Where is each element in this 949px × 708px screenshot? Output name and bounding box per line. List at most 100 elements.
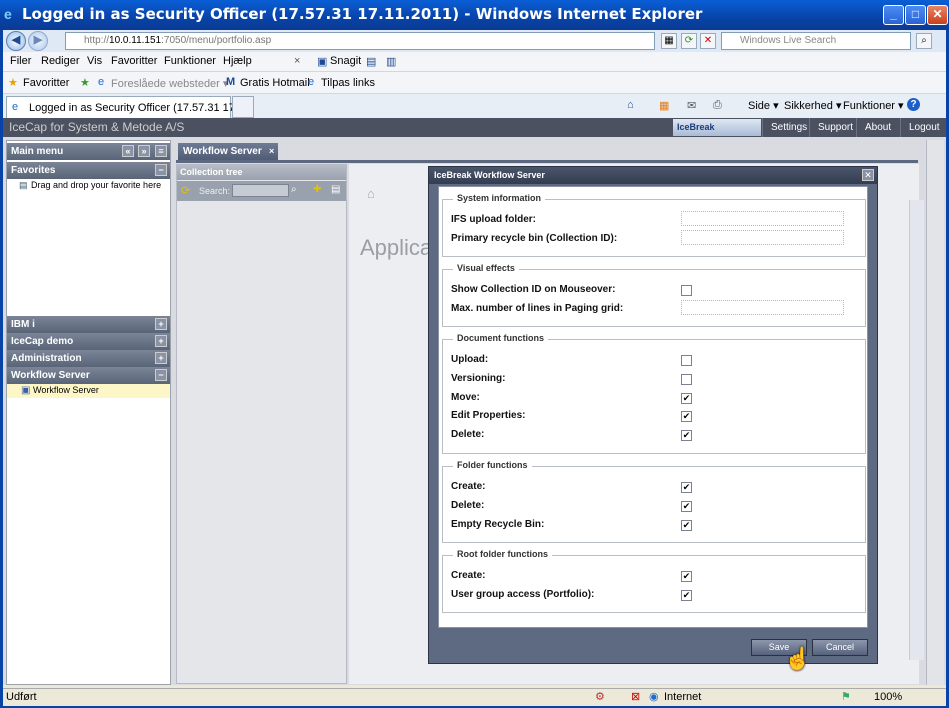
collapse-icon[interactable]: − <box>155 369 167 381</box>
collapse-all-icon[interactable]: « <box>122 145 134 157</box>
folder-create-label: Create: <box>451 481 486 492</box>
popup-icon[interactable]: ⚑ <box>841 690 851 703</box>
about-link[interactable]: About <box>856 118 899 137</box>
menu-favorites[interactable]: Favoritter <box>111 55 157 67</box>
section-icecap-demo-label: IceCap demo <box>11 336 74 347</box>
expand-icon[interactable]: + <box>155 352 167 364</box>
help-icon[interactable]: ? <box>907 98 920 111</box>
tree-search-icon[interactable]: ⌕ <box>291 184 297 195</box>
folder-delete-checkbox[interactable]: ✔ <box>681 501 692 512</box>
dialog-close-icon[interactable]: ✕ <box>862 169 874 181</box>
favorites-collapse-icon[interactable]: − <box>155 164 167 176</box>
forward-button[interactable]: ▶ <box>28 31 48 51</box>
tab-title: Logged in as Security Officer (17.57.31 … <box>29 102 254 114</box>
expand-icon[interactable]: + <box>155 318 167 330</box>
safety-menu[interactable]: Sikkerhed ▾ <box>784 99 842 112</box>
content-scrollbar[interactable] <box>909 200 924 660</box>
tree-search-input[interactable] <box>232 184 289 197</box>
folder-empty-recycle-checkbox[interactable]: ✔ <box>681 520 692 531</box>
doc-versioning-checkbox[interactable] <box>681 374 692 385</box>
main-menu-header[interactable]: Main menu « » ≡ <box>7 143 170 160</box>
panel-menu-icon[interactable]: ≡ <box>155 145 167 157</box>
section-icecap-demo[interactable]: IceCap demo + <box>7 333 170 350</box>
zoom-level[interactable]: 100% <box>874 691 902 703</box>
favorites-bar: ★ Favoritter ★ e Foreslåede websteder ▾ … <box>3 72 946 94</box>
favorites-header[interactable]: Favorites − <box>7 162 170 179</box>
expand-icon[interactable]: + <box>155 335 167 347</box>
toolbar-close-icon[interactable]: × <box>294 55 300 67</box>
favorites-hint: Drag and drop your favorite here <box>31 180 162 190</box>
snagit-window-icon[interactable]: ▤ <box>366 55 376 68</box>
refresh-icon[interactable]: ⟳ <box>681 33 697 49</box>
maximize-button[interactable]: □ <box>905 5 926 25</box>
security-icon[interactable]: ⚙ <box>595 690 605 703</box>
menu-tools[interactable]: Funktioner <box>164 55 216 67</box>
settings-link[interactable]: Settings <box>762 118 815 137</box>
legend-document-functions: Document functions <box>453 333 548 343</box>
doc-delete-checkbox[interactable]: ✔ <box>681 430 692 441</box>
search-icon[interactable]: ⌕ <box>916 33 932 49</box>
feeds-icon[interactable]: ▦ <box>659 99 669 112</box>
menu-edit[interactable]: Rediger <box>41 55 80 67</box>
page-menu[interactable]: Side ▾ <box>748 99 779 112</box>
logout-link[interactable]: Logout <box>900 118 948 137</box>
show-collection-id-checkbox[interactable] <box>681 285 692 296</box>
new-tab-button[interactable] <box>232 96 254 118</box>
favorite-drop-icon: ▤ <box>19 180 28 190</box>
tab-close-icon[interactable]: × <box>269 143 274 160</box>
refresh-tree-icon[interactable]: ⟳ <box>181 184 190 197</box>
max-lines-paging-field[interactable] <box>681 300 844 315</box>
hotmail-link[interactable]: Gratis Hotmail <box>240 77 310 89</box>
section-ibm-i[interactable]: IBM i + <box>7 316 170 333</box>
menu-help[interactable]: Hjælp <box>223 55 252 67</box>
workflow-server-item[interactable]: ▣ Workflow Server <box>7 384 170 398</box>
home-icon[interactable]: ⌂ <box>367 186 375 201</box>
section-administration[interactable]: Administration + <box>7 350 170 367</box>
doc-upload-label: Upload: <box>451 354 489 365</box>
tab-workflow-server[interactable]: Workflow Server × <box>178 143 278 160</box>
section-workflow-server[interactable]: Workflow Server − <box>7 367 170 384</box>
browser-tab[interactable]: e Logged in as Security Officer (17.57.3… <box>6 96 253 118</box>
home-icon[interactable]: ⌂ <box>627 99 634 111</box>
primary-recycle-bin-field[interactable] <box>681 230 844 245</box>
back-button[interactable]: ◀ <box>6 31 26 51</box>
stop-icon[interactable]: ✕ <box>700 33 716 49</box>
compat-view-icon[interactable]: ▦ <box>661 33 677 49</box>
snagit-button[interactable]: Snagit <box>330 55 361 67</box>
right-collapsed-panel[interactable] <box>926 140 944 685</box>
snagit-icon[interactable]: ▣ <box>317 55 327 68</box>
favorites-star-icon: ★ <box>8 77 18 89</box>
tools-menu[interactable]: Funktioner ▾ <box>843 99 904 112</box>
doc-versioning-label: Versioning: <box>451 373 506 384</box>
tree-add-icon[interactable]: ✚ <box>313 184 321 195</box>
folder-create-checkbox[interactable]: ✔ <box>681 482 692 493</box>
custom-links-link[interactable]: Tilpas links <box>321 77 375 89</box>
tree-options-icon[interactable]: ▤ <box>331 184 340 195</box>
doc-edit-properties-checkbox[interactable]: ✔ <box>681 411 692 422</box>
ie-icon: e <box>4 6 12 22</box>
expand-all-icon[interactable]: » <box>138 145 150 157</box>
suggested-sites-link[interactable]: Foreslåede websteder ▾ <box>111 77 228 90</box>
ifs-upload-folder-field[interactable] <box>681 211 844 226</box>
doc-edit-properties-label: Edit Properties: <box>451 410 526 421</box>
minimize-button[interactable]: _ <box>883 5 904 25</box>
print-icon[interactable]: ⎙ <box>713 99 722 112</box>
address-field[interactable]: http://10.0.11.151:7050/menu/portfolio.a… <box>65 32 655 50</box>
menu-view[interactable]: Vis <box>87 55 102 67</box>
close-button[interactable]: ✕ <box>927 5 948 25</box>
main-menu-title: Main menu <box>11 146 64 157</box>
favorites-title: Favorites <box>11 165 56 176</box>
status-bar: Udført ⚙ ⊠ ◉ Internet ⚑ 100% <box>3 688 946 706</box>
add-favorite-icon[interactable]: ★ <box>80 76 90 89</box>
doc-upload-checkbox[interactable] <box>681 355 692 366</box>
favorites-button[interactable]: Favoritter <box>23 77 69 89</box>
doc-move-checkbox[interactable]: ✔ <box>681 393 692 404</box>
mail-icon[interactable]: ✉ <box>687 99 696 112</box>
menu-file[interactable]: Filer <box>10 55 31 67</box>
search-input[interactable]: Windows Live Search <box>721 32 911 50</box>
root-group-access-checkbox[interactable]: ✔ <box>681 590 692 601</box>
support-link[interactable]: Support <box>809 118 861 137</box>
snagit-options-icon[interactable]: ▥ <box>386 55 396 68</box>
root-create-checkbox[interactable]: ✔ <box>681 571 692 582</box>
cancel-button[interactable]: Cancel <box>812 639 868 656</box>
